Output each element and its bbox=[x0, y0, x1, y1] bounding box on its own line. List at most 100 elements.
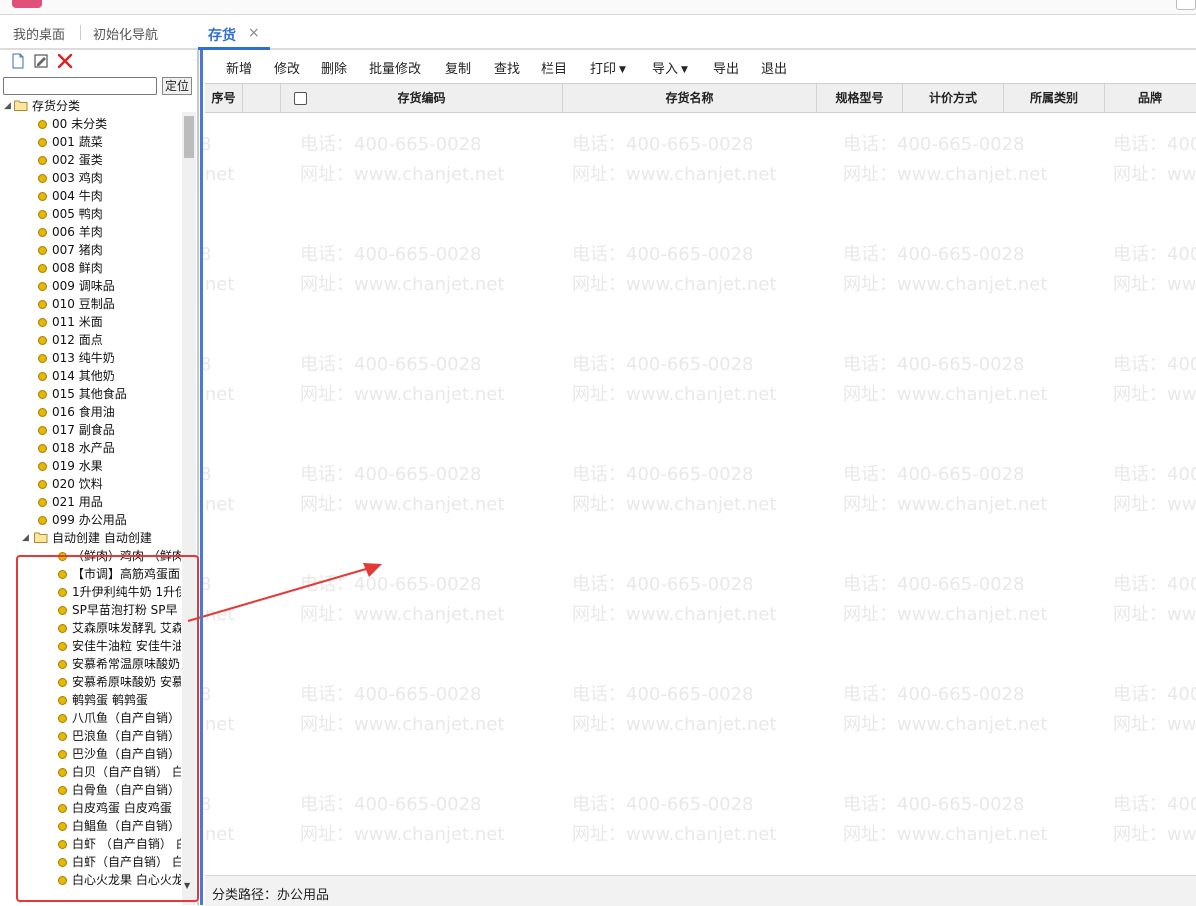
tree-category-label: 009 调味品 bbox=[52, 279, 115, 293]
delete-button[interactable]: 删除 bbox=[321, 58, 347, 77]
tree-category-label: 017 副食品 bbox=[52, 423, 115, 437]
grid-body[interactable] bbox=[205, 112, 1196, 875]
tree-category-node[interactable]: 015 其他食品 bbox=[0, 385, 181, 403]
copy-button[interactable]: 复制 bbox=[445, 58, 471, 77]
tree-auto-group-node[interactable]: ◢ 自动创建 自动创建 bbox=[0, 529, 181, 547]
tree-auto-group-label: 自动创建 自动创建 bbox=[52, 531, 152, 545]
edit-document-icon[interactable] bbox=[33, 53, 49, 69]
leaf-node-icon bbox=[38, 372, 47, 381]
tree-category-label: 014 其他奶 bbox=[52, 369, 115, 383]
nav-tab-init-guide[interactable]: 初始化导航 bbox=[93, 24, 158, 43]
locate-button[interactable]: 定位 bbox=[162, 77, 192, 95]
import-button[interactable]: 导入 ▼ bbox=[652, 58, 688, 77]
leaf-node-icon bbox=[38, 408, 47, 417]
tree-category-node[interactable]: 021 用品 bbox=[0, 493, 181, 511]
col-header-index[interactable]: 序号 bbox=[205, 84, 243, 112]
folder-open-icon bbox=[14, 100, 28, 111]
tree-category-label: 010 豆制品 bbox=[52, 297, 115, 311]
tab-inventory[interactable]: 存货 × bbox=[198, 20, 270, 50]
tree-category-label: 001 蔬菜 bbox=[52, 135, 103, 149]
tree-category-node[interactable]: 00 未分类 bbox=[0, 115, 181, 133]
tree-category-label: 006 羊肉 bbox=[52, 225, 103, 239]
col-header-brand[interactable]: 品牌 bbox=[1105, 84, 1195, 112]
tree-root-label: 存货分类 bbox=[32, 99, 81, 113]
col-header-select[interactable] bbox=[243, 84, 307, 112]
tree-category-label: 002 蛋类 bbox=[52, 153, 103, 167]
exit-button[interactable]: 退出 bbox=[761, 58, 787, 77]
find-button[interactable]: 查找 bbox=[494, 58, 520, 77]
tree-category-node[interactable]: 012 面点 bbox=[0, 331, 181, 349]
tree-category-node[interactable]: 004 牛肉 bbox=[0, 187, 181, 205]
leaf-node-icon bbox=[38, 210, 47, 219]
tree-category-node[interactable]: 003 鸡肉 bbox=[0, 169, 181, 187]
tree-category-node[interactable]: 001 蔬菜 bbox=[0, 133, 181, 151]
tree-category-node[interactable]: 007 猪肉 bbox=[0, 241, 181, 259]
chevron-down-icon: ▼ bbox=[619, 65, 626, 75]
tab-close-icon[interactable]: × bbox=[248, 25, 260, 41]
tree-category-label: 016 食用油 bbox=[52, 405, 115, 419]
tree-category-label: 020 饮料 bbox=[52, 477, 103, 491]
tree-category-label: 018 水产品 bbox=[52, 441, 115, 455]
print-button[interactable]: 打印 ▼ bbox=[590, 58, 626, 77]
col-header-spec[interactable]: 规格型号 bbox=[817, 84, 903, 112]
window-top-strip bbox=[0, 0, 1196, 15]
delete-icon[interactable] bbox=[57, 53, 73, 69]
panel-splitter[interactable] bbox=[200, 50, 203, 905]
tree-category-node[interactable]: 099 办公用品 bbox=[0, 511, 181, 529]
app-logo-icon bbox=[12, 0, 42, 8]
tree-category-node[interactable]: 014 其他奶 bbox=[0, 367, 181, 385]
col-header-name[interactable]: 存货名称 bbox=[563, 84, 817, 112]
tree-category-node[interactable]: 009 调味品 bbox=[0, 277, 181, 295]
annotation-highlight-box bbox=[16, 555, 199, 902]
leaf-node-icon bbox=[38, 498, 47, 507]
tree-root-node[interactable]: ◢ 存货分类 bbox=[0, 97, 181, 115]
leaf-node-icon bbox=[38, 264, 47, 273]
tree-category-node[interactable]: 002 蛋类 bbox=[0, 151, 181, 169]
leaf-node-icon bbox=[38, 192, 47, 201]
tree-category-label: 019 水果 bbox=[52, 459, 103, 473]
tree-category-node[interactable]: 005 鸭肉 bbox=[0, 205, 181, 223]
tree-category-label: 015 其他食品 bbox=[52, 387, 127, 401]
tree-category-node[interactable]: 008 鲜肉 bbox=[0, 259, 181, 277]
batch-edit-button[interactable]: 批量修改 bbox=[369, 58, 421, 77]
collapse-arrow-icon[interactable]: ◢ bbox=[22, 529, 29, 547]
tree-category-label: 021 用品 bbox=[52, 495, 103, 509]
tree-category-label: 008 鲜肉 bbox=[52, 261, 103, 275]
folder-open-icon bbox=[34, 532, 48, 543]
import-label: 导入 bbox=[652, 62, 679, 77]
locate-search-input[interactable] bbox=[3, 77, 157, 95]
new-document-icon[interactable] bbox=[10, 53, 26, 69]
export-button[interactable]: 导出 bbox=[713, 58, 739, 77]
tree-scrollbar-thumb[interactable] bbox=[184, 116, 194, 158]
collapse-arrow-icon[interactable]: ◢ bbox=[4, 97, 11, 115]
nav-tab-desktop[interactable]: 我的桌面 bbox=[13, 24, 65, 43]
col-header-code[interactable]: 存货编码 bbox=[281, 84, 563, 112]
leaf-node-icon bbox=[38, 462, 47, 471]
leaf-node-icon bbox=[38, 282, 47, 291]
tree-category-node[interactable]: 013 纯牛奶 bbox=[0, 349, 181, 367]
tree-category-node[interactable]: 017 副食品 bbox=[0, 421, 181, 439]
col-header-category[interactable]: 所属类别 bbox=[1004, 84, 1105, 112]
tree-category-node[interactable]: 019 水果 bbox=[0, 457, 181, 475]
tree-category-label: 099 办公用品 bbox=[52, 513, 127, 527]
columns-button[interactable]: 栏目 bbox=[541, 58, 567, 77]
col-header-valuation[interactable]: 计价方式 bbox=[903, 84, 1004, 112]
leaf-node-icon bbox=[38, 246, 47, 255]
edit-button[interactable]: 修改 bbox=[274, 58, 300, 77]
leaf-node-icon bbox=[38, 120, 47, 129]
tree-category-node[interactable]: 011 米面 bbox=[0, 313, 181, 331]
grid-header: 序号 存货编码 存货名称 规格型号 计价方式 所属类别 品牌 bbox=[205, 83, 1196, 113]
add-button[interactable]: 新增 bbox=[226, 58, 252, 77]
tree-category-node[interactable]: 018 水产品 bbox=[0, 439, 181, 457]
tree-category-label: 004 牛肉 bbox=[52, 189, 103, 203]
tree-category-node[interactable]: 010 豆制品 bbox=[0, 295, 181, 313]
tree-category-node[interactable]: 016 食用油 bbox=[0, 403, 181, 421]
leaf-node-icon bbox=[38, 318, 47, 327]
tree-category-node[interactable]: 006 羊肉 bbox=[0, 223, 181, 241]
print-label: 打印 bbox=[590, 62, 617, 77]
window-control-icon[interactable] bbox=[1176, 0, 1196, 10]
tree-category-node[interactable]: 020 饮料 bbox=[0, 475, 181, 493]
tree-category-label: 007 猪肉 bbox=[52, 243, 103, 257]
leaf-node-icon bbox=[38, 156, 47, 165]
leaf-node-icon bbox=[38, 138, 47, 147]
